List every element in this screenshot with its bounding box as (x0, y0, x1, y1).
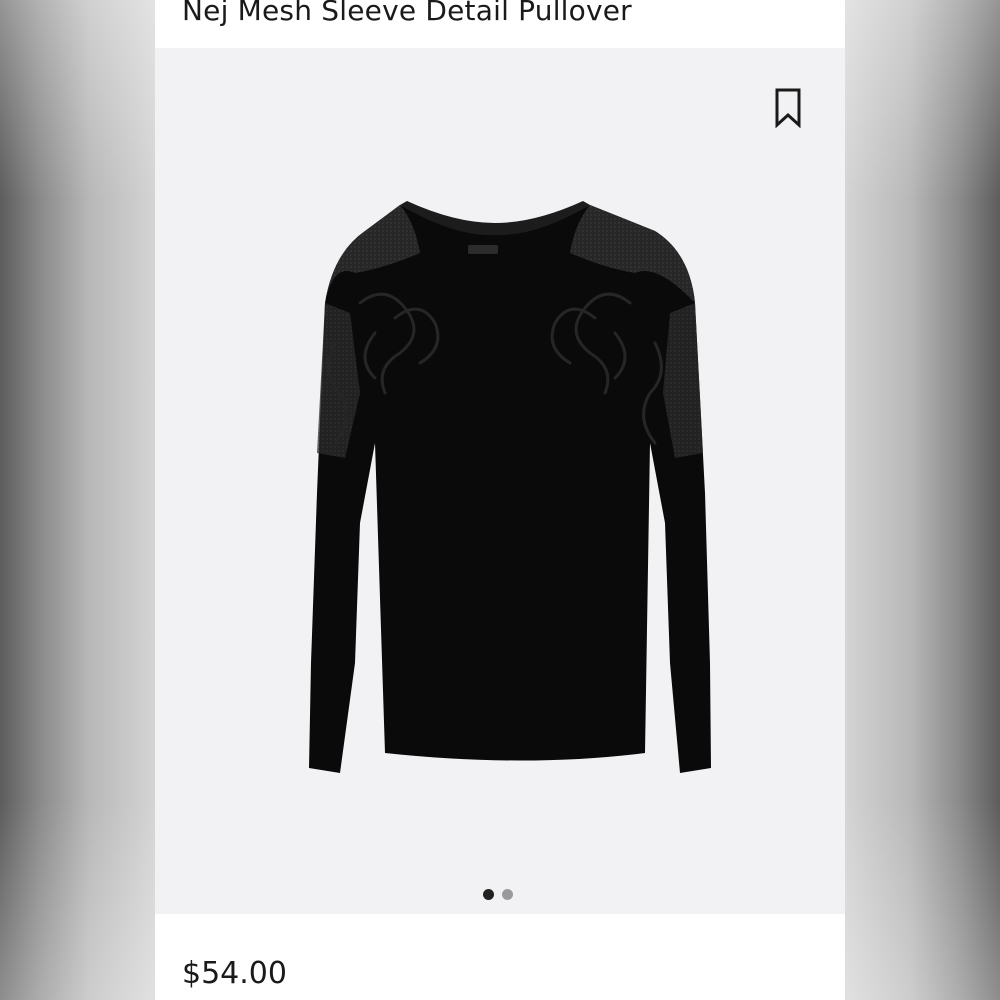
product-image[interactable] (225, 193, 765, 793)
neck-label (468, 245, 498, 254)
left-backdrop (0, 0, 155, 1000)
carousel-dot-2[interactable] (502, 889, 513, 900)
product-image-carousel[interactable] (155, 48, 845, 914)
carousel-indicator (483, 889, 513, 900)
carousel-dot-1[interactable] (483, 889, 494, 900)
bookmark-icon[interactable] (773, 88, 803, 128)
product-title: Nej Mesh Sleeve Detail Pullover (182, 0, 632, 27)
product-price: $54.00 (182, 956, 287, 991)
product-card: Nej Mesh Sleeve Detail Pullover $54.00 (155, 0, 845, 1000)
right-backdrop (845, 0, 1000, 1000)
pullover-body (309, 205, 711, 773)
